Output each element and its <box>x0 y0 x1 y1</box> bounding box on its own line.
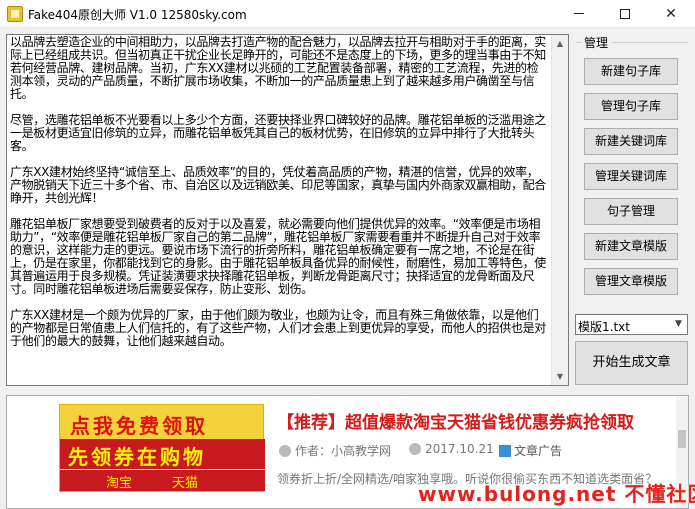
minimize-button[interactable] <box>556 0 602 28</box>
manage-article-template-button[interactable]: 管理文章模版 <box>584 268 678 295</box>
maximize-icon <box>620 8 630 19</box>
window-title: Fake404原创大师 V1.0 12580sky.com <box>28 8 247 22</box>
title-bar: Fake404原创大师 V1.0 12580sky.com ✕ <box>0 0 695 28</box>
template-select[interactable]: 模版1.txt ▼ <box>575 314 688 335</box>
banner-band: 先领券在购物 <box>60 439 265 469</box>
scroll-down-icon[interactable]: ▼ <box>552 368 568 385</box>
sentence-manage-button[interactable]: 句子管理 <box>584 198 678 225</box>
template-select-value: 模版1.txt <box>578 320 630 334</box>
close-button[interactable]: ✕ <box>648 0 694 28</box>
banner-tags: 淘宝 天猫 <box>60 469 265 491</box>
group-divider <box>576 42 582 43</box>
date-text: 2017.10.21 <box>425 442 494 456</box>
author-meta: 作者：小高教学网 <box>279 442 391 459</box>
clock-icon <box>409 443 421 455</box>
article-text-area[interactable]: 以品牌去塑造企业的中间相助力，以品牌去打造产物的配合魅力，以品牌去拉开与相助对于… <box>6 34 569 386</box>
minimize-icon <box>574 13 584 14</box>
manage-group-label: 管理 <box>584 36 609 50</box>
new-sentence-lib-button[interactable]: 新建句子库 <box>584 58 678 85</box>
editor-scrollbar[interactable]: ▲ ▼ <box>551 35 568 385</box>
ad-title-link[interactable]: 【推荐】超值爆款淘宝天猫省钱优惠券疯抢领取 <box>277 408 634 433</box>
new-keyword-lib-button[interactable]: 新建关键词库 <box>584 128 678 155</box>
manage-sentence-lib-button[interactable]: 管理句子库 <box>584 93 678 120</box>
site-watermark: www.bulong.net 不懂社区 <box>418 482 695 506</box>
app-icon <box>7 6 23 22</box>
banner-line2: 先领券在购物 <box>68 445 206 469</box>
folder-icon <box>499 445 511 457</box>
coupon-banner[interactable]: 点我免费领取 先领券在购物 淘宝 天猫 <box>59 404 265 492</box>
banner-line1: 点我免费领取 <box>70 414 208 438</box>
banner-tag-tmall: 天猫 <box>172 476 199 491</box>
manage-keyword-lib-button[interactable]: 管理关键词库 <box>584 163 678 190</box>
category-meta[interactable]: 文章广告 <box>499 442 562 459</box>
user-icon <box>279 445 291 457</box>
group-divider <box>612 42 688 43</box>
scroll-up-icon[interactable]: ▲ <box>552 35 568 52</box>
web-scroll-thumb[interactable] <box>678 430 686 448</box>
maximize-button[interactable] <box>602 0 648 28</box>
chevron-down-icon[interactable]: ▼ <box>670 315 687 334</box>
close-icon: ✕ <box>665 6 677 22</box>
new-article-template-button[interactable]: 新建文章模版 <box>584 233 678 260</box>
date-meta: 2017.10.21 <box>409 442 494 456</box>
banner-tag-taobao: 淘宝 <box>106 476 133 491</box>
author-text: 作者：小高教学网 <box>295 444 392 458</box>
article-text[interactable]: 以品牌去塑造企业的中间相助力，以品牌去打造产物的配合魅力，以品牌去拉开与相助对于… <box>7 35 552 385</box>
category-text[interactable]: 文章广告 <box>514 444 562 458</box>
generate-article-button[interactable]: 开始生成文章 <box>575 341 688 385</box>
